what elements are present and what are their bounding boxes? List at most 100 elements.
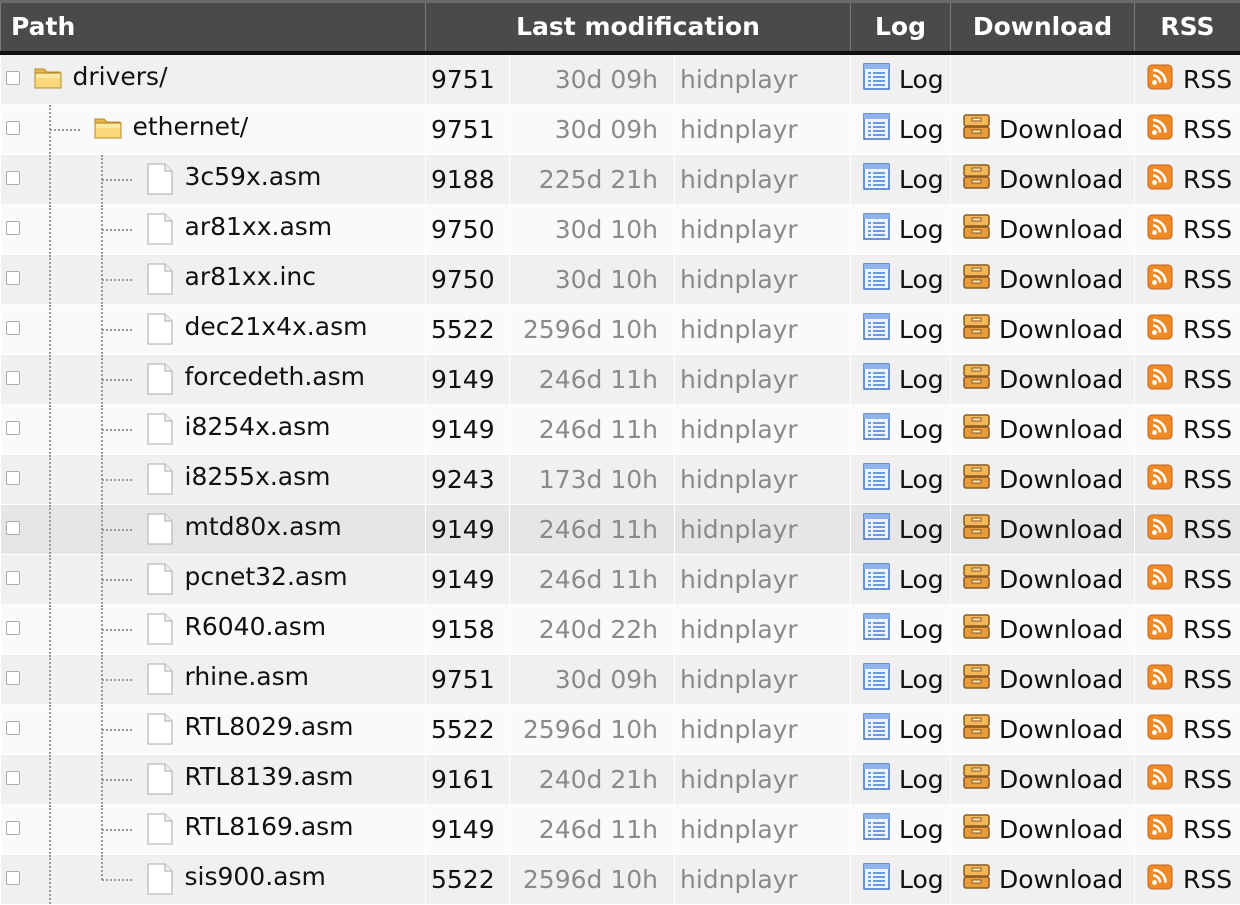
download-link[interactable]: Download: [962, 812, 1134, 847]
log-link[interactable]: Log: [862, 712, 950, 747]
revision-link[interactable]: 9750: [426, 254, 510, 304]
table-row[interactable]: RTL8169.asm9149246d 11hhidnplayrLogDownl…: [1, 804, 1240, 854]
log-link[interactable]: Log: [862, 512, 950, 547]
log-link[interactable]: Log: [862, 812, 950, 847]
row-checkbox[interactable]: [6, 621, 20, 635]
row-checkbox[interactable]: [6, 571, 20, 585]
log-link[interactable]: Log: [862, 62, 950, 97]
revision-link[interactable]: 9149: [426, 554, 510, 604]
log-link[interactable]: Log: [862, 462, 950, 497]
log-link[interactable]: Log: [862, 312, 950, 347]
table-row[interactable]: sis900.asm55222596d 10hhidnplayrLogDownl…: [1, 854, 1240, 904]
log-link[interactable]: Log: [862, 862, 950, 897]
revision-link[interactable]: 9158: [426, 604, 510, 654]
revision-link[interactable]: 5522: [426, 304, 510, 354]
path-link[interactable]: mtd80x.asm: [185, 512, 342, 541]
table-row[interactable]: ar81xx.inc975030d 10hhidnplayrLogDownloa…: [1, 254, 1240, 304]
revision-link[interactable]: 9149: [426, 404, 510, 454]
row-checkbox[interactable]: [6, 371, 20, 385]
rss-link[interactable]: RSS: [1146, 512, 1240, 547]
rss-link[interactable]: RSS: [1146, 662, 1240, 697]
row-checkbox[interactable]: [6, 671, 20, 685]
rss-link[interactable]: RSS: [1146, 762, 1240, 797]
header-path[interactable]: Path: [1, 2, 426, 53]
table-row[interactable]: ethernet/975130d 09hhidnplayrLogDownload…: [1, 104, 1240, 154]
path-link[interactable]: forcedeth.asm: [185, 362, 366, 391]
row-checkbox[interactable]: [6, 771, 20, 785]
path-link[interactable]: dec21x4x.asm: [185, 312, 368, 341]
rss-link[interactable]: RSS: [1146, 562, 1240, 597]
row-checkbox[interactable]: [6, 721, 20, 735]
revision-link[interactable]: 9751: [426, 53, 510, 105]
revision-link[interactable]: 9149: [426, 504, 510, 554]
row-checkbox[interactable]: [6, 221, 20, 235]
revision-link[interactable]: 5522: [426, 704, 510, 754]
row-checkbox[interactable]: [6, 71, 20, 85]
rss-link[interactable]: RSS: [1146, 862, 1240, 897]
table-row[interactable]: rhine.asm975130d 09hhidnplayrLogDownload…: [1, 654, 1240, 704]
download-link[interactable]: Download: [962, 362, 1134, 397]
path-link[interactable]: RTL8169.asm: [185, 812, 354, 841]
download-link[interactable]: Download: [962, 312, 1134, 347]
table-row[interactable]: drivers/975130d 09hhidnplayrLogRSS: [1, 53, 1240, 105]
revision-link[interactable]: 5522: [426, 854, 510, 904]
log-link[interactable]: Log: [862, 662, 950, 697]
table-row[interactable]: 3c59x.asm9188225d 21hhidnplayrLogDownloa…: [1, 154, 1240, 204]
path-link[interactable]: i8255x.asm: [185, 462, 331, 491]
table-row[interactable]: pcnet32.asm9149246d 11hhidnplayrLogDownl…: [1, 554, 1240, 604]
log-link[interactable]: Log: [862, 162, 950, 197]
log-link[interactable]: Log: [862, 612, 950, 647]
path-link[interactable]: RTL8139.asm: [185, 762, 354, 791]
download-link[interactable]: Download: [962, 862, 1134, 897]
rss-link[interactable]: RSS: [1146, 812, 1240, 847]
table-row[interactable]: RTL8139.asm9161240d 21hhidnplayrLogDownl…: [1, 754, 1240, 804]
path-link[interactable]: rhine.asm: [185, 662, 310, 691]
revision-link[interactable]: 9149: [426, 354, 510, 404]
path-link[interactable]: R6040.asm: [185, 612, 327, 641]
download-link[interactable]: Download: [962, 262, 1134, 297]
path-link[interactable]: drivers/: [73, 62, 168, 91]
row-checkbox[interactable]: [6, 521, 20, 535]
rss-link[interactable]: RSS: [1146, 212, 1240, 247]
path-link[interactable]: i8254x.asm: [185, 412, 331, 441]
table-row[interactable]: RTL8029.asm55222596d 10hhidnplayrLogDown…: [1, 704, 1240, 754]
download-link[interactable]: Download: [962, 662, 1134, 697]
revision-link[interactable]: 9751: [426, 654, 510, 704]
rss-link[interactable]: RSS: [1146, 362, 1240, 397]
header-last-modification[interactable]: Last modification: [426, 2, 851, 53]
download-link[interactable]: Download: [962, 112, 1134, 147]
log-link[interactable]: Log: [862, 412, 950, 447]
log-link[interactable]: Log: [862, 362, 950, 397]
download-link[interactable]: Download: [962, 212, 1134, 247]
row-checkbox[interactable]: [6, 421, 20, 435]
rss-link[interactable]: RSS: [1146, 412, 1240, 447]
revision-link[interactable]: 9161: [426, 754, 510, 804]
row-checkbox[interactable]: [6, 821, 20, 835]
row-checkbox[interactable]: [6, 271, 20, 285]
path-link[interactable]: ethernet/: [133, 112, 249, 141]
download-link[interactable]: Download: [962, 162, 1134, 197]
path-link[interactable]: sis900.asm: [185, 862, 326, 891]
path-link[interactable]: RTL8029.asm: [185, 712, 354, 741]
rss-link[interactable]: RSS: [1146, 162, 1240, 197]
rss-link[interactable]: RSS: [1146, 312, 1240, 347]
row-checkbox[interactable]: [6, 871, 20, 885]
revision-link[interactable]: 9243: [426, 454, 510, 504]
rss-link[interactable]: RSS: [1146, 712, 1240, 747]
download-link[interactable]: Download: [962, 462, 1134, 497]
rss-link[interactable]: RSS: [1146, 612, 1240, 647]
table-row[interactable]: ar81xx.asm975030d 10hhidnplayrLogDownloa…: [1, 204, 1240, 254]
revision-link[interactable]: 9750: [426, 204, 510, 254]
download-link[interactable]: Download: [962, 512, 1134, 547]
log-link[interactable]: Log: [862, 762, 950, 797]
table-row[interactable]: mtd80x.asm9149246d 11hhidnplayrLogDownlo…: [1, 504, 1240, 554]
table-row[interactable]: forcedeth.asm9149246d 11hhidnplayrLogDow…: [1, 354, 1240, 404]
log-link[interactable]: Log: [862, 212, 950, 247]
row-checkbox[interactable]: [6, 321, 20, 335]
log-link[interactable]: Log: [862, 112, 950, 147]
revision-link[interactable]: 9751: [426, 104, 510, 154]
path-link[interactable]: ar81xx.asm: [185, 212, 333, 241]
path-link[interactable]: pcnet32.asm: [185, 562, 348, 591]
download-link[interactable]: Download: [962, 712, 1134, 747]
path-link[interactable]: ar81xx.inc: [185, 262, 316, 291]
